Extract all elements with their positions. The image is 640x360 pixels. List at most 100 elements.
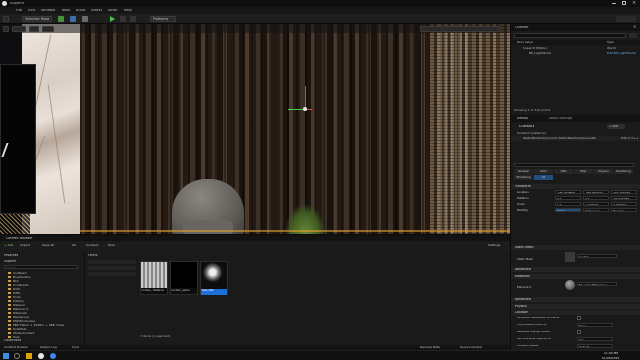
perspective-button[interactable] <box>12 25 26 32</box>
section-materials[interactable]: Materials <box>511 274 640 279</box>
transform-location-field[interactable]: -381.959808 <box>555 190 581 194</box>
transform-location-field[interactable]: 794.493296 <box>611 190 637 194</box>
date[interactable]: 01/05/2023 <box>602 357 619 360</box>
filter-tab-general[interactable]: General <box>514 169 533 174</box>
stop-icon[interactable] <box>130 16 136 22</box>
mobility-option[interactable]: Stationary <box>583 208 609 212</box>
collections-header[interactable]: Collections <box>4 339 21 342</box>
section-transform[interactable]: Transform <box>511 184 640 189</box>
source-control-button[interactable]: Source Control <box>460 346 482 349</box>
filter-tab-misc[interactable]: Misc <box>574 169 593 174</box>
show-button[interactable] <box>42 25 54 32</box>
filter-tab-rendering[interactable]: Rendering <box>614 169 633 174</box>
column-item-label[interactable]: Item Label <box>517 41 533 44</box>
add-button[interactable]: + Add <box>4 244 13 247</box>
transform-scale-field[interactable]: 1.0 <box>555 202 581 206</box>
derived-data-button[interactable]: Derived Data <box>420 346 440 349</box>
transform-location-field[interactable]: -784.869019 <box>583 190 609 194</box>
add-component-button[interactable]: + Add <box>607 124 625 129</box>
breadcrumb-all[interactable]: All <box>72 244 76 247</box>
filters-label[interactable]: Filters <box>88 254 98 257</box>
settings-button[interactable]: Settings <box>488 244 500 247</box>
section-static-mesh[interactable]: Static Mesh <box>511 245 640 250</box>
mobility-option[interactable]: Static <box>555 208 581 212</box>
add-actor-icon[interactable] <box>58 16 64 22</box>
gear-icon[interactable] <box>629 33 637 38</box>
folder-search-input[interactable]: Search <box>4 265 78 269</box>
settings-button[interactable] <box>616 16 636 22</box>
selection-mode-dropdown[interactable]: Selection Mode <box>22 16 52 22</box>
close-icon[interactable]: × <box>632 1 636 6</box>
platforms-dropdown[interactable]: Platforms <box>150 16 176 22</box>
collision-row-value[interactable]: None <box>577 323 613 327</box>
file-explorer-icon[interactable] <box>26 353 32 359</box>
snap-controls[interactable] <box>420 25 500 32</box>
outliner-row-type[interactable]: Edit BP_LightStudio <box>607 52 636 55</box>
menu-item-window[interactable]: Window <box>41 9 55 13</box>
material-dropdown[interactable]: Mi_walnutMaterial_s <box>577 282 617 286</box>
level-viewport[interactable] <box>0 24 510 234</box>
unreal-taskbar-icon[interactable] <box>38 353 44 359</box>
blueprint-icon[interactable] <box>70 16 76 22</box>
collision-checkbox[interactable] <box>577 330 581 334</box>
cmd-input[interactable]: Cmd <box>72 346 79 349</box>
section-advanced[interactable]: Advanced <box>511 267 640 272</box>
menu-item-select[interactable]: Select <box>91 9 102 13</box>
transform-rotation-field[interactable]: 0.0 <box>555 196 581 200</box>
transform-scale-field[interactable]: 1.199000 <box>583 202 609 206</box>
asset-tile[interactable]: Curtain_ Material <box>140 261 168 295</box>
filter-tab-streaming[interactable]: Streaming <box>514 175 533 180</box>
static-mesh-thumbnail[interactable] <box>565 252 575 262</box>
filter-tab-actor[interactable]: Actor <box>534 169 553 174</box>
column-type[interactable]: Type <box>607 41 614 44</box>
component-child-link[interactable]: Edit in C++ <box>621 137 639 140</box>
viewport-options-icon[interactable] <box>3 25 9 32</box>
tab-content-browser[interactable]: Content Browser <box>6 237 33 240</box>
asset-tile[interactable]: Curtain_alpha <box>170 261 198 295</box>
close-icon[interactable]: × <box>633 25 636 29</box>
maximize-icon[interactable] <box>622 1 626 5</box>
windows-start-icon[interactable] <box>3 353 9 359</box>
minimize-icon[interactable] <box>612 3 616 4</box>
transform-rotation-field[interactable]: 0.0 <box>583 196 609 200</box>
favorites-header[interactable]: Favorites <box>4 254 18 257</box>
menu-item-build[interactable]: Build <box>76 9 85 13</box>
static-mesh-dropdown[interactable]: Curtain <box>577 254 617 258</box>
details-search-input[interactable] <box>514 163 634 167</box>
tab-world-settings[interactable]: World Settings <box>549 117 572 120</box>
save-icon[interactable] <box>3 16 9 22</box>
section-collision[interactable]: Collision <box>511 310 640 315</box>
play-icon[interactable] <box>110 16 115 22</box>
menu-item-help[interactable]: Help <box>124 9 132 13</box>
asset-tile[interactable]: Tuile_Mat <box>200 261 228 295</box>
save-all-button[interactable]: Save All <box>42 244 54 247</box>
material-thumbnail[interactable] <box>565 280 575 290</box>
chrome-icon[interactable] <box>50 353 56 359</box>
pause-icon[interactable] <box>120 16 126 22</box>
project-root[interactable]: Supernf <box>4 260 16 263</box>
menu-item-file[interactable]: File <box>16 9 22 13</box>
tab-details[interactable]: Details <box>517 117 528 120</box>
outliner-row[interactable]: BP_LightStudio Edit BP_LightStudio <box>511 51 640 56</box>
section-advanced[interactable]: Advanced <box>511 297 640 302</box>
breadcrumb-content[interactable]: Content <box>86 244 98 247</box>
outliner-search-input[interactable] <box>514 33 626 38</box>
section-physics[interactable]: Physics <box>511 304 640 309</box>
clock[interactable]: 11:00 PM <box>604 352 618 355</box>
filter-tab-all[interactable]: All <box>534 175 553 180</box>
component-row[interactable]: StaticMeshComponent (StaticMeshComponent… <box>511 136 640 141</box>
output-log-button[interactable]: Output Log <box>40 346 57 349</box>
cinematics-icon[interactable] <box>82 16 88 22</box>
import-button[interactable]: Import <box>20 244 30 247</box>
menu-item-actor[interactable]: Actor <box>108 9 117 13</box>
lit-button[interactable] <box>29 25 39 32</box>
menu-item-tools[interactable]: Tools <box>61 9 70 13</box>
collision-checkbox[interactable] <box>577 316 581 320</box>
breadcrumb-tuile[interactable]: Tuile <box>108 244 115 247</box>
transform-rotation-field[interactable]: -89.999939 <box>611 196 637 200</box>
gizmo-pivot[interactable] <box>303 107 307 111</box>
search-icon[interactable] <box>14 353 20 359</box>
collision-row-value[interactable]: Yes <box>577 337 613 341</box>
content-drawer-button[interactable]: Content Drawer <box>4 346 28 349</box>
transform-scale-field[interactable]: 2.739334 <box>611 202 637 206</box>
